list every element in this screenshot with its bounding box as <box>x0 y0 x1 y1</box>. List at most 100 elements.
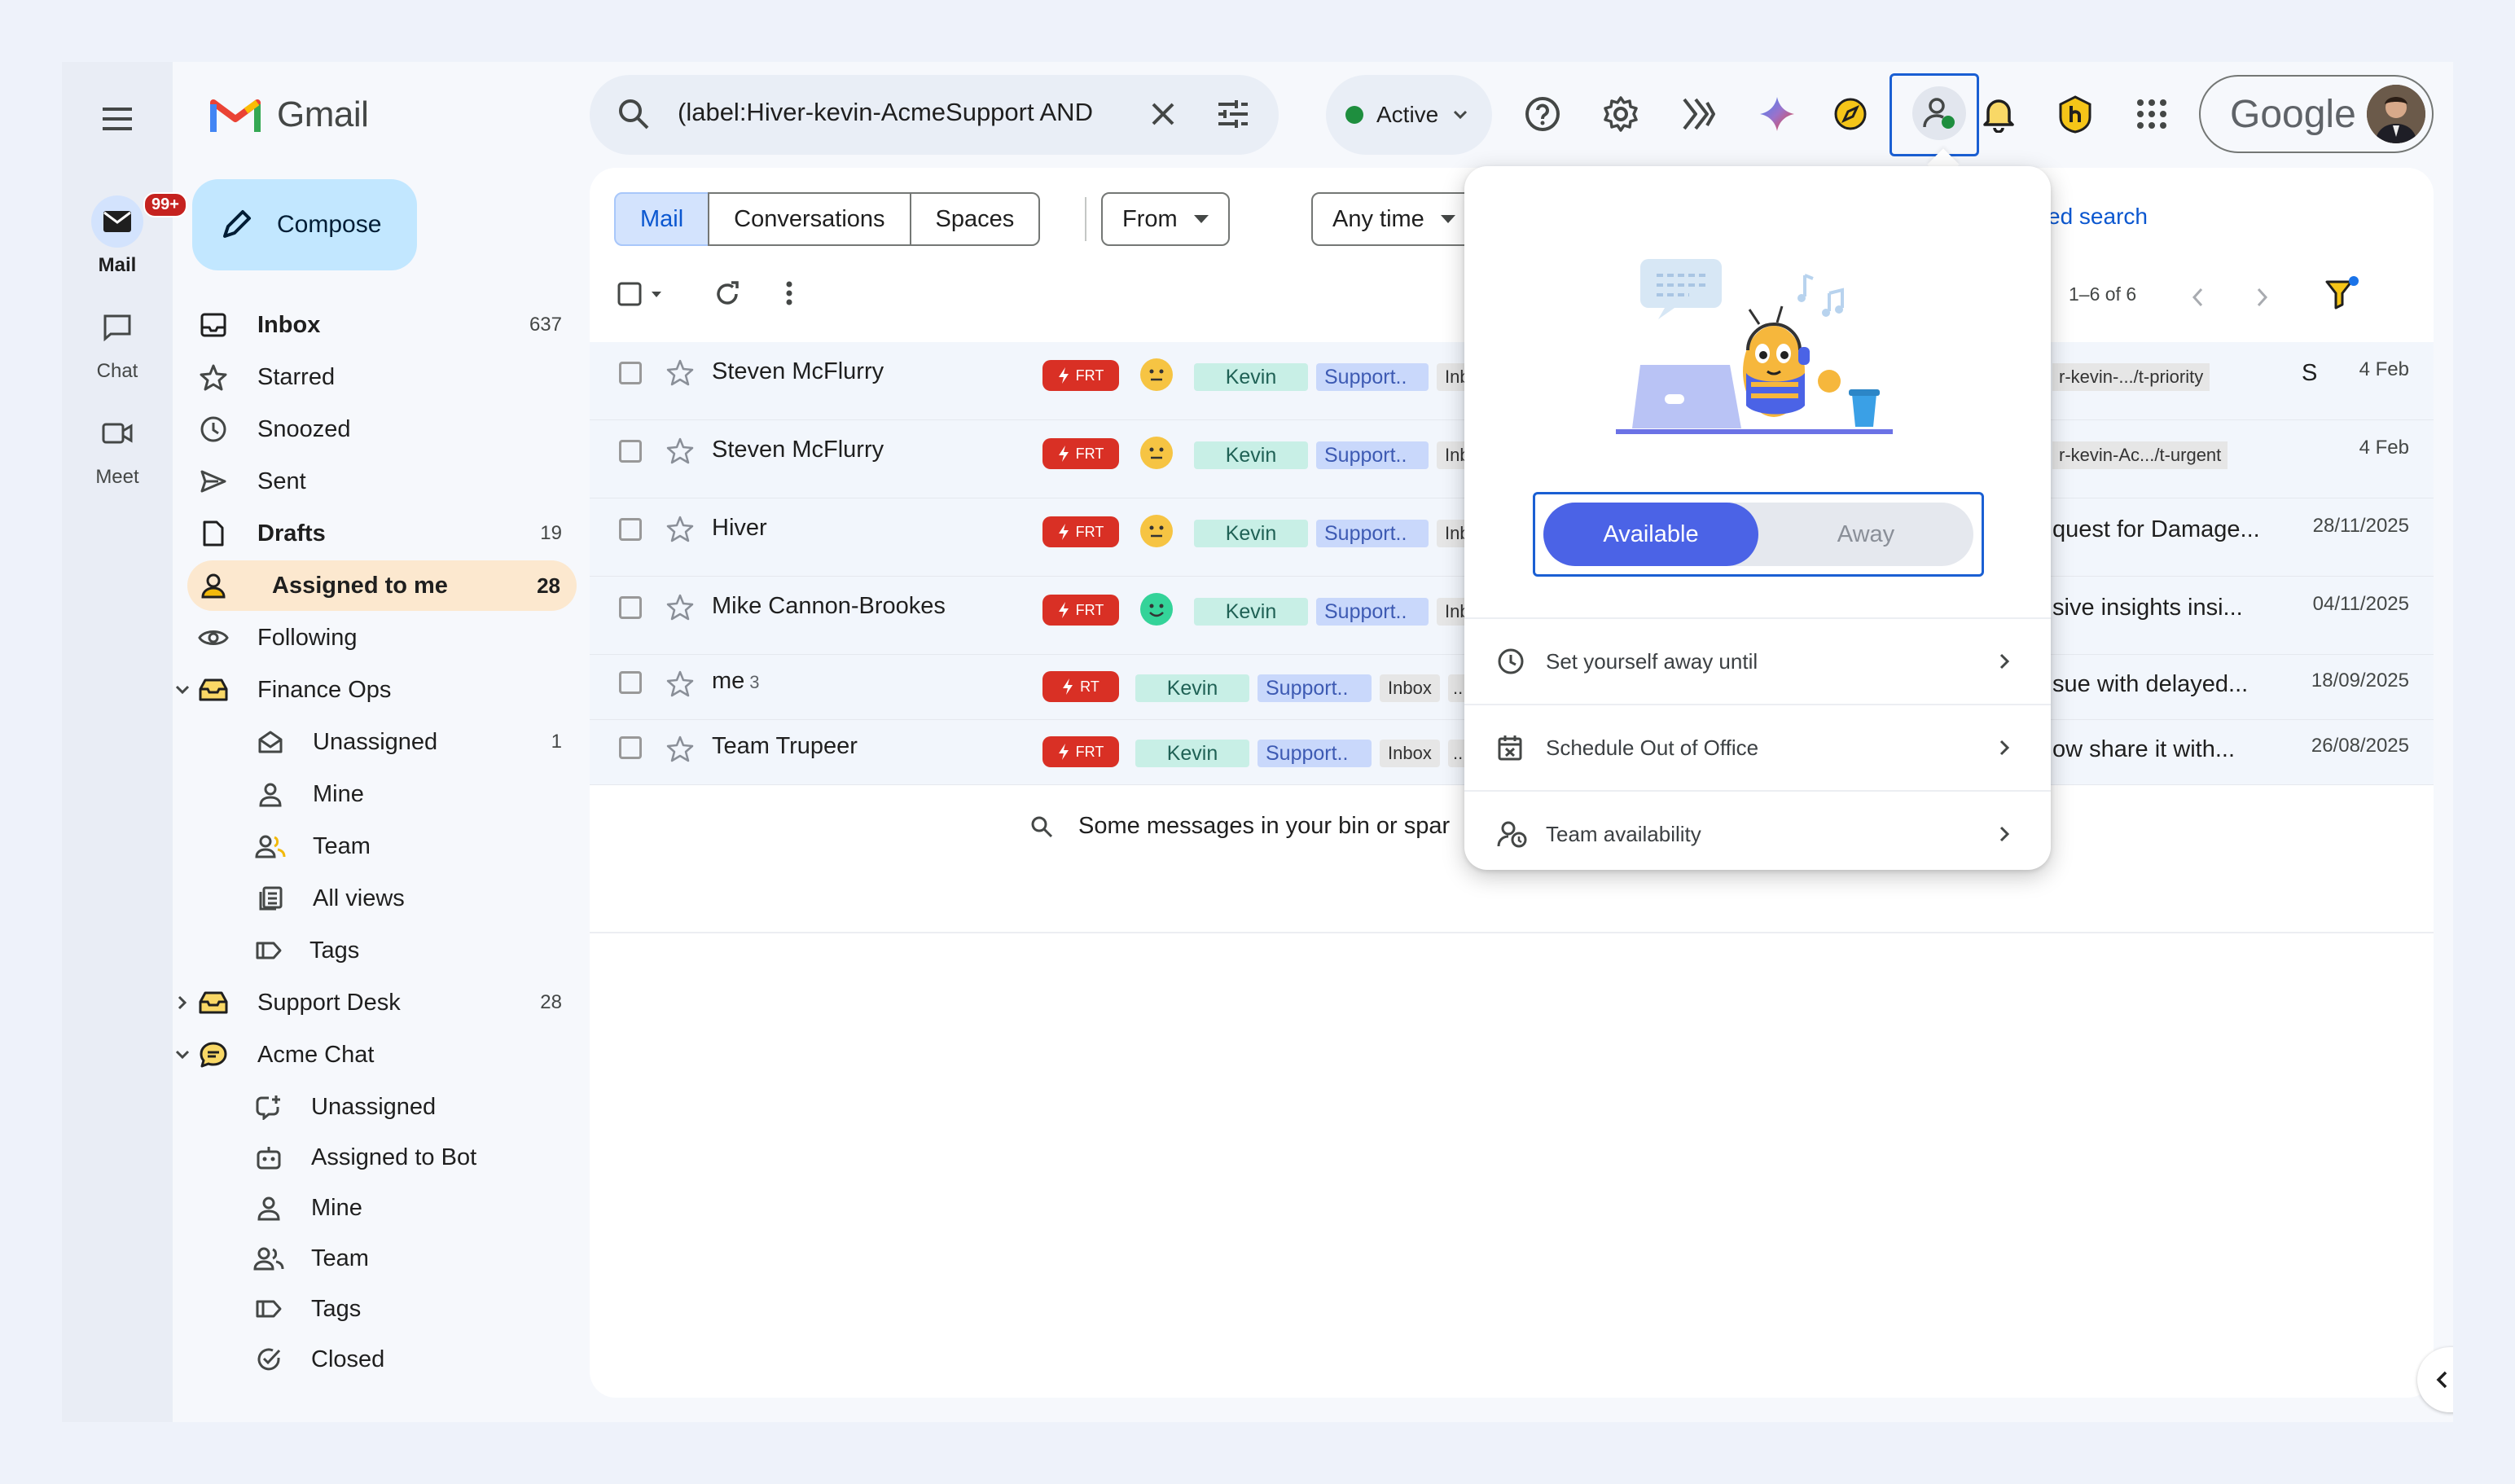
chevron-down-icon[interactable] <box>173 1038 192 1071</box>
nav-snoozed[interactable]: Snoozed <box>189 404 578 454</box>
more-vert-icon[interactable] <box>785 280 793 306</box>
chevron-right-icon[interactable] <box>173 986 192 1019</box>
rail-meet[interactable]: Meet <box>62 407 173 489</box>
hiver-logo-icon[interactable] <box>1676 91 1722 137</box>
sentiment-icon <box>1140 515 1173 547</box>
nav-acme-chat[interactable]: Acme Chat <box>175 1030 578 1080</box>
star-icon[interactable] <box>666 735 694 762</box>
nav-fo-team[interactable]: Team <box>189 821 578 872</box>
rail-meet-label: Meet <box>95 466 139 488</box>
chevron-down-icon[interactable] <box>173 674 192 706</box>
schedule-ooo-item[interactable]: Schedule Out of Office <box>1464 704 2051 790</box>
select-all-checkbox[interactable] <box>617 280 666 308</box>
away-option[interactable]: Away <box>1758 503 1973 566</box>
nav-following-label: Following <box>257 624 358 651</box>
star-icon[interactable] <box>666 358 694 386</box>
nav-ac-closed[interactable]: Closed <box>189 1334 578 1385</box>
clear-search-icon[interactable] <box>1148 99 1178 129</box>
bolt-icon <box>1058 367 1069 384</box>
avatar[interactable] <box>2367 85 2425 143</box>
tab-spaces[interactable]: Spaces <box>909 192 1041 246</box>
settings-gear-icon[interactable] <box>1598 91 1644 137</box>
person-clock-icon <box>1497 820 1528 848</box>
sentiment-icon <box>1140 437 1173 469</box>
nav-ac-bot[interactable]: Assigned to Bot <box>189 1132 578 1183</box>
star-icon[interactable] <box>666 670 694 697</box>
status-dot <box>1345 106 1363 124</box>
sentiment-icon <box>1140 593 1173 626</box>
nav-finance-ops[interactable]: Finance Ops <box>175 665 578 715</box>
refresh-icon[interactable] <box>713 280 741 308</box>
star-icon[interactable] <box>666 593 694 621</box>
availability-person-icon[interactable] <box>1912 86 1966 140</box>
draft-icon <box>197 517 230 550</box>
rail-mail[interactable]: 99+ Mail <box>62 192 187 277</box>
time-filter[interactable]: Any time <box>1311 192 1477 246</box>
tab-mail[interactable]: Mail <box>614 192 710 246</box>
prev-page-icon[interactable] <box>2191 287 2204 308</box>
chevron-right-icon <box>1999 652 2010 670</box>
chevron-right-icon <box>1999 739 2010 757</box>
person-icon <box>254 778 287 810</box>
advanced-search-link[interactable]: ed search <box>2048 204 2148 230</box>
main-menu-icon[interactable] <box>98 99 137 138</box>
team-availability-item[interactable]: Team availability <box>1464 790 2051 876</box>
set-away-until-item[interactable]: Set yourself away until <box>1464 617 2051 704</box>
bin-notice-text[interactable]: Some messages in your bin or spar <box>1078 813 1450 840</box>
search-icon[interactable] <box>616 96 652 132</box>
search-input[interactable]: (label:Hiver-kevin-AcmeSupport AND <box>678 98 1134 127</box>
availability-toggle: Available Away <box>1543 503 1973 566</box>
shared-inbox-icon <box>197 986 230 1019</box>
nav-fo-tags[interactable]: Tags <box>189 925 578 976</box>
nav-ac-unassigned[interactable]: Unassigned <box>189 1082 578 1132</box>
nav-assigned-to-me[interactable]: Assigned to me 28 <box>187 560 577 611</box>
help-icon[interactable] <box>1520 91 1565 137</box>
compass-icon[interactable] <box>1828 91 1873 137</box>
compose-button[interactable]: Compose <box>192 179 417 270</box>
next-page-icon[interactable] <box>2256 287 2269 308</box>
star-icon[interactable] <box>666 515 694 542</box>
search-options-icon[interactable] <box>1215 98 1251 130</box>
nav-inbox[interactable]: Inbox 637 <box>189 300 578 350</box>
row-checkbox[interactable] <box>619 518 642 541</box>
nav-ac-mine[interactable]: Mine <box>189 1183 578 1233</box>
gemini-sparkle-icon[interactable] <box>1754 91 1800 137</box>
row-checkbox[interactable] <box>619 362 642 384</box>
tab-conversations[interactable]: Conversations <box>708 192 911 246</box>
row-checkbox[interactable] <box>619 671 642 694</box>
row-sender: me 3 <box>712 668 760 694</box>
nav-sent[interactable]: Sent <box>189 456 578 507</box>
row-checkbox[interactable] <box>619 440 642 463</box>
nav-fo-allviews[interactable]: All views <box>189 873 578 924</box>
row-checkbox[interactable] <box>619 596 642 619</box>
assignee-chip: Kevin <box>1194 598 1308 626</box>
status-dropdown[interactable]: Active <box>1326 75 1492 155</box>
bot-icon <box>252 1141 285 1174</box>
nav-ac-team[interactable]: Team <box>189 1233 578 1284</box>
nav-drafts-count: 19 <box>540 522 562 544</box>
rail-chat[interactable]: Chat <box>62 301 173 383</box>
nav-fo-unassigned[interactable]: Unassigned 1 <box>189 717 578 767</box>
sla-badge-label: FRT <box>1075 367 1104 384</box>
label-chip: Support.. <box>1316 598 1429 626</box>
shield-extension-icon[interactable] <box>2052 91 2098 137</box>
apps-grid-icon[interactable] <box>2129 91 2175 137</box>
nav-fo-mine[interactable]: Mine <box>189 769 578 819</box>
filter-funnel-icon[interactable] <box>2324 275 2360 310</box>
nav-support-desk[interactable]: Support Desk 28 <box>178 977 578 1028</box>
notification-bell-icon[interactable] <box>1976 91 2021 137</box>
nav-following[interactable]: Following <box>189 612 578 663</box>
person-icon <box>197 569 230 602</box>
nav-acme-label: Acme Chat <box>257 1041 375 1068</box>
from-filter[interactable]: From <box>1101 192 1230 246</box>
star-icon[interactable] <box>666 437 694 464</box>
nav-starred[interactable]: Starred <box>189 352 578 402</box>
from-filter-label: From <box>1122 205 1178 232</box>
row-checkbox[interactable] <box>619 736 642 759</box>
search-bar[interactable]: (label:Hiver-kevin-AcmeSupport AND <box>590 75 1279 155</box>
gmail-logo-icon[interactable] <box>210 94 261 134</box>
google-account-button[interactable]: Google <box>2199 75 2434 153</box>
nav-ac-tags[interactable]: Tags <box>189 1284 578 1334</box>
nav-drafts[interactable]: Drafts 19 <box>189 508 578 559</box>
available-option[interactable]: Available <box>1543 503 1758 566</box>
